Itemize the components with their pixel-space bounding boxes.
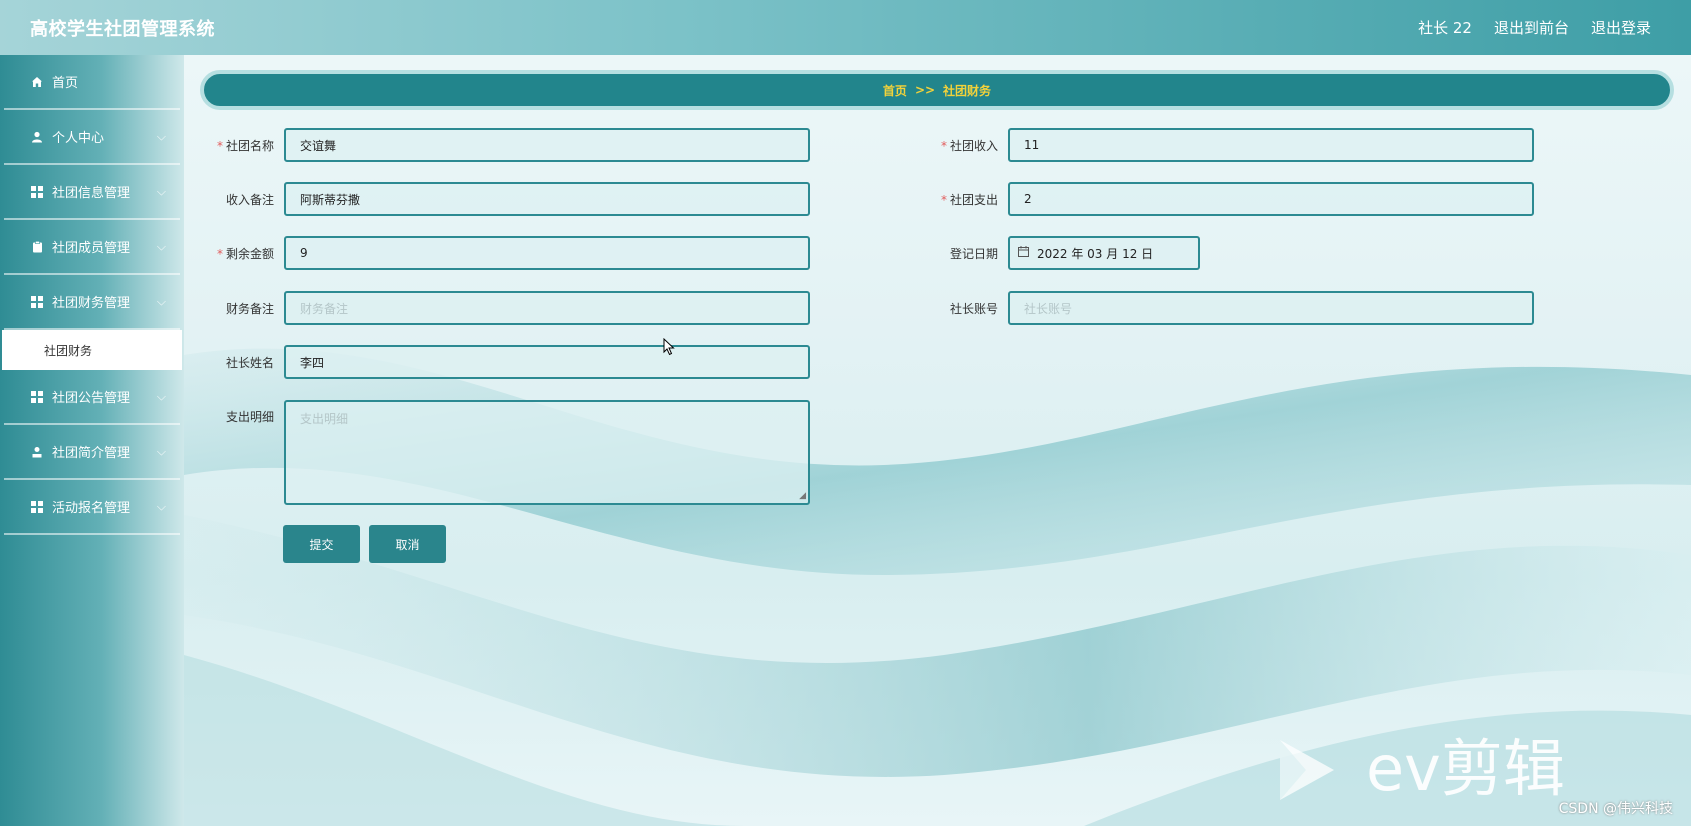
chevron-down-icon: ⌵ (156, 184, 166, 198)
app-title: 高校学生社团管理系统 (30, 18, 215, 40)
grid-icon (30, 295, 44, 308)
submenu-item-label: 社团财务 (44, 343, 93, 358)
field-label: 收入备注 (225, 192, 274, 207)
sidebar-item-home[interactable]: 首页 (4, 55, 180, 110)
field-label: * 社团支出 (940, 192, 998, 207)
svg-text:ev剪辑: ev剪辑 (1366, 734, 1565, 804)
field-label: 财务备注 (225, 301, 274, 316)
user-icon (30, 131, 44, 143)
submit-button[interactable]: 提交 (283, 525, 360, 563)
finance-note-input[interactable]: 财务备注 (284, 291, 810, 325)
sidebar-item-club-members[interactable]: 社团成员管理 ⌵ (4, 220, 180, 275)
sidebar-item-label: 首页 (52, 76, 79, 91)
sidebar-item-club-info[interactable]: 社团信息管理 ⌵ (4, 165, 180, 220)
csdn-watermark: CSDN @伟兴科技 (1558, 801, 1673, 817)
ev-editor-watermark-logo: ev剪辑 (1280, 734, 1565, 804)
expense-input[interactable]: 2 (1008, 182, 1534, 216)
field-label: 登记日期 (949, 246, 998, 261)
top-right-links: 社长 22 退出到前台 退出登录 (1418, 17, 1651, 38)
form-row-income-note: 收入备注 阿斯蒂芬撒 (200, 182, 810, 216)
club-name-input[interactable]: 交谊舞 (284, 128, 810, 162)
mouse-cursor-icon (663, 338, 675, 356)
sidebar-item-label: 个人中心 (52, 131, 105, 146)
logout-link[interactable]: 退出登录 (1591, 17, 1651, 38)
submenu-item-club-finance[interactable]: 社团财务 (2, 330, 182, 370)
sidebar: 首页 个人中心 ⌵ 社团信息管理 ⌵ 社团成员管理 ⌵ 社团财务管理 ⌵ 社团财… (0, 55, 184, 826)
sidebar-item-label: 活动报名管理 (52, 501, 131, 516)
chevron-up-icon: ⌵ (156, 294, 166, 308)
form-row-finance-note: 财务备注 财务备注 (200, 291, 810, 325)
app-screen: 高校学生社团管理系统 社长 22 退出到前台 退出登录 首页 个人中心 ⌵ 社团… (0, 0, 1691, 826)
chevron-down-icon: ⌵ (156, 239, 166, 253)
income-note-input[interactable]: 阿斯蒂芬撒 (284, 182, 810, 216)
breadcrumb-home[interactable]: 首页 (883, 82, 907, 99)
resize-handle-icon[interactable]: ◢ (799, 491, 806, 501)
sidebar-item-label: 社团公告管理 (52, 391, 131, 406)
grid-icon (30, 185, 44, 198)
president-name-input[interactable]: 李四 (284, 345, 810, 379)
president-account-input[interactable]: 社长账号 (1008, 291, 1534, 325)
chevron-down-icon: ⌵ (156, 129, 166, 143)
form-row-balance: * 剩余金额 9 (200, 236, 810, 270)
field-label: * 社团收入 (940, 138, 998, 153)
chevron-down-icon: ⌵ (156, 444, 166, 458)
top-bar: 高校学生社团管理系统 社长 22 退出到前台 退出登录 (0, 0, 1691, 55)
person-icon (30, 446, 44, 458)
form-row-reg-date: 登记日期 2022 年 03 月 12 日 (924, 236, 1200, 270)
form-row-club-name: * 社团名称 交谊舞 (200, 128, 810, 162)
sidebar-item-club-notices[interactable]: 社团公告管理 ⌵ (4, 370, 180, 425)
cancel-button[interactable]: 取消 (369, 525, 446, 563)
reg-date-value: 2022 年 03 月 12 日 (1037, 246, 1154, 261)
reg-date-picker[interactable]: 2022 年 03 月 12 日 (1008, 236, 1200, 270)
sidebar-item-activity-signup[interactable]: 活动报名管理 ⌵ (4, 480, 180, 535)
home-icon (30, 76, 44, 88)
field-label: 社长账号 (949, 301, 998, 316)
expense-detail-textarea[interactable]: 支出明细 ◢ (284, 400, 810, 505)
breadcrumb-current: 社团财务 (943, 83, 992, 98)
balance-input[interactable]: 9 (284, 236, 810, 270)
chevron-down-icon: ⌵ (156, 499, 166, 513)
form-row-president-name: 社长姓名 李四 (200, 345, 810, 379)
form-row-president-account: 社长账号 社长账号 (924, 291, 1534, 325)
chevron-down-icon: ⌵ (156, 389, 166, 403)
form-row-income: * 社团收入 11 (924, 128, 1534, 162)
clipboard-icon (30, 240, 44, 253)
field-label: * 社团名称 (216, 138, 274, 153)
sidebar-item-personal-center[interactable]: 个人中心 ⌵ (4, 110, 180, 165)
back-to-front-link[interactable]: 退出到前台 (1494, 17, 1569, 38)
sidebar-item-label: 社团信息管理 (52, 186, 131, 201)
form-row-expense: * 社团支出 2 (924, 182, 1534, 216)
sidebar-item-label: 社团简介管理 (52, 446, 131, 461)
grid-icon (30, 390, 44, 403)
breadcrumb-separator: >> (914, 83, 936, 97)
calendar-icon (1018, 246, 1029, 260)
form-row-expense-detail: 支出明细 支出明细 ◢ (200, 400, 810, 505)
field-label: 社长姓名 (225, 355, 274, 370)
income-input[interactable]: 11 (1008, 128, 1534, 162)
sidebar-item-club-finance[interactable]: 社团财务管理 ⌵ (4, 275, 180, 330)
field-label: 支出明细 (225, 410, 274, 424)
grid-icon (30, 500, 44, 513)
sidebar-item-label: 社团成员管理 (52, 241, 131, 256)
sidebar-item-club-intro[interactable]: 社团简介管理 ⌵ (4, 425, 180, 480)
sidebar-item-label: 社团财务管理 (52, 296, 131, 311)
breadcrumb: 首页 >> 社团财务 (200, 70, 1674, 110)
field-label: * 剩余金额 (216, 246, 274, 261)
current-user[interactable]: 社长 22 (1418, 17, 1472, 38)
